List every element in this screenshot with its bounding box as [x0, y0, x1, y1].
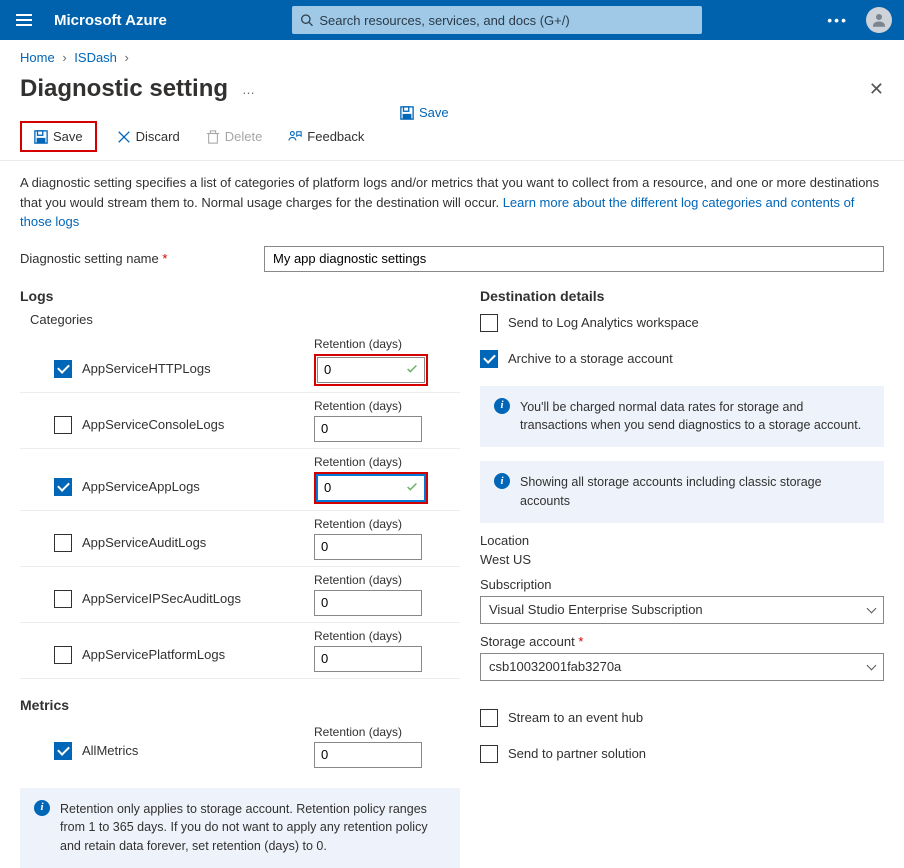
storage-classic-info: i Showing all storage accounts including… — [480, 461, 884, 523]
log-category-label: AppServiceHTTPLogs — [82, 361, 211, 376]
archive-storage-checkbox[interactable] — [480, 350, 498, 368]
x-icon — [117, 130, 131, 144]
checkmark-icon — [405, 362, 419, 379]
storage-account-dropdown[interactable]: csb10032001fab3270a — [480, 653, 884, 681]
retention-input[interactable] — [314, 646, 422, 672]
discard-button[interactable]: Discard — [111, 125, 186, 148]
retention-input[interactable] — [314, 590, 422, 616]
breadcrumb-isdash[interactable]: ISDash — [74, 50, 117, 65]
log-category-checkbox[interactable] — [54, 646, 72, 664]
partner-solution-label: Send to partner solution — [508, 746, 646, 761]
retention-label: Retention (days) — [314, 573, 422, 587]
log-category-checkbox[interactable] — [54, 360, 72, 378]
partner-solution-checkbox[interactable] — [480, 745, 498, 763]
search-icon — [300, 13, 313, 27]
log-category-row: AppServiceConsoleLogs Retention (days) — [20, 393, 460, 449]
title-more-icon[interactable]: … — [242, 82, 255, 97]
retention-label: Retention (days) — [314, 399, 422, 413]
retention-input[interactable] — [314, 416, 422, 442]
chevron-down-icon — [867, 603, 877, 613]
info-icon: i — [494, 473, 510, 489]
close-icon[interactable]: ✕ — [869, 79, 884, 100]
log-category-label: AppServiceAppLogs — [82, 479, 200, 494]
subscription-label: Subscription — [480, 577, 884, 592]
logs-heading: Logs — [20, 288, 460, 304]
location-value: West US — [480, 552, 884, 567]
retention-label: Retention (days) — [314, 517, 422, 531]
trash-icon — [206, 130, 220, 144]
setting-name-label: Diagnostic setting name * — [20, 251, 264, 266]
setting-name-input[interactable] — [264, 246, 884, 272]
feedback-icon — [288, 130, 302, 144]
breadcrumb-home[interactable]: Home — [20, 50, 55, 65]
command-bar: Save Save Discard Delete Feedback — [0, 117, 904, 161]
location-label: Location — [480, 533, 884, 548]
allmetrics-label: AllMetrics — [82, 743, 138, 758]
azure-header: Microsoft Azure ••• — [0, 0, 904, 40]
allmetrics-checkbox[interactable] — [54, 742, 72, 760]
retention-label: Retention (days) — [314, 455, 428, 469]
log-analytics-label: Send to Log Analytics workspace — [508, 315, 699, 330]
delete-button: Delete — [200, 125, 269, 148]
archive-storage-label: Archive to a storage account — [508, 351, 673, 366]
hamburger-menu-icon[interactable] — [12, 10, 36, 30]
global-search[interactable] — [292, 6, 702, 34]
log-category-checkbox[interactable] — [54, 478, 72, 496]
search-input[interactable] — [319, 13, 694, 28]
log-category-label: AppServiceConsoleLogs — [82, 417, 224, 432]
brand-label: Microsoft Azure — [54, 12, 167, 29]
categories-label: Categories — [30, 312, 460, 327]
log-category-checkbox[interactable] — [54, 590, 72, 608]
person-icon — [870, 11, 888, 29]
log-category-label: AppServiceIPSecAuditLogs — [82, 591, 241, 606]
more-menu-icon[interactable]: ••• — [827, 12, 848, 28]
page-title: Diagnostic setting — [20, 75, 228, 103]
log-category-row: AppServiceIPSecAuditLogs Retention (days… — [20, 567, 460, 623]
save-button[interactable]: Save — [28, 125, 89, 148]
description-text: A diagnostic setting specifies a list of… — [0, 161, 904, 240]
destination-heading: Destination details — [480, 288, 884, 304]
breadcrumb: Home › ISDash › — [0, 40, 904, 69]
log-category-row: AppServiceHTTPLogs Retention (days) — [20, 331, 460, 393]
log-category-label: AppServiceAuditLogs — [82, 535, 206, 550]
float-save-hint: Save — [400, 105, 449, 120]
allmetrics-retention-input[interactable] — [314, 742, 422, 768]
log-category-checkbox[interactable] — [54, 534, 72, 552]
retention-label: Retention (days) — [314, 629, 422, 643]
info-icon: i — [34, 800, 50, 816]
feedback-button[interactable]: Feedback — [282, 125, 370, 148]
checkmark-icon — [405, 480, 419, 497]
retention-info-box: i Retention only applies to storage acco… — [20, 788, 460, 868]
save-icon — [34, 130, 48, 144]
user-avatar[interactable] — [866, 7, 892, 33]
log-category-checkbox[interactable] — [54, 416, 72, 434]
event-hub-checkbox[interactable] — [480, 709, 498, 727]
log-category-row: AppServiceAppLogs Retention (days) — [20, 449, 460, 511]
save-icon — [400, 106, 414, 120]
retention-label: Retention (days) — [314, 337, 428, 351]
metrics-heading: Metrics — [20, 697, 460, 713]
subscription-dropdown[interactable]: Visual Studio Enterprise Subscription — [480, 596, 884, 624]
log-analytics-checkbox[interactable] — [480, 314, 498, 332]
log-category-row: AppServicePlatformLogs Retention (days) — [20, 623, 460, 679]
log-category-label: AppServicePlatformLogs — [82, 647, 225, 662]
storage-charge-info: i You'll be charged normal data rates fo… — [480, 386, 884, 448]
storage-account-label: Storage account * — [480, 634, 884, 649]
retention-input[interactable] — [314, 534, 422, 560]
chevron-down-icon — [867, 660, 877, 670]
info-icon: i — [494, 398, 510, 414]
log-category-row: AppServiceAuditLogs Retention (days) — [20, 511, 460, 567]
event-hub-label: Stream to an event hub — [508, 710, 643, 725]
